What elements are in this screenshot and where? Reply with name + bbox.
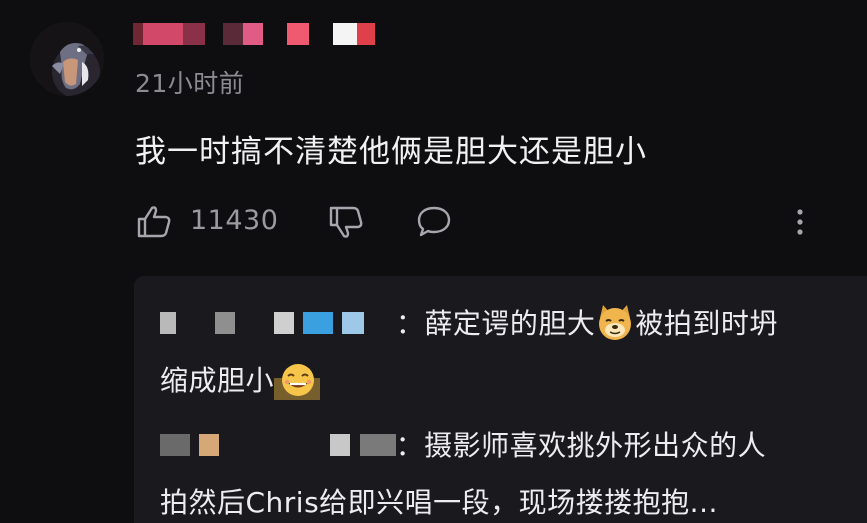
blur-block xyxy=(374,312,396,334)
thumbs-up-icon[interactable] xyxy=(134,202,174,242)
reply-username-redacted xyxy=(160,416,396,471)
reply-text-line1-rest: 被拍到时坍 xyxy=(635,307,778,340)
blur-block xyxy=(330,433,351,456)
speech-bubble-icon[interactable] xyxy=(414,202,454,242)
blur-block xyxy=(214,311,235,334)
reply-item[interactable]: ：摄影师喜欢挑外形出众的人 拍然后Chris给即兴唱一段，现场搂搂抱抱... xyxy=(160,418,840,523)
blur-block xyxy=(263,23,287,45)
reply-text-line1: 摄影师喜欢挑外形出众的人 xyxy=(424,429,767,462)
thumbs-down-icon[interactable] xyxy=(326,202,366,242)
blur-block xyxy=(160,433,190,456)
blur-block xyxy=(183,23,205,45)
reply-item[interactable]: ：薛定谔的胆大 被拍到时坍 缩成胆小 xyxy=(160,296,840,408)
blur-block xyxy=(359,433,396,456)
bird-avatar-icon xyxy=(30,22,104,96)
reply-text-line2: 缩成胆小 xyxy=(160,363,275,397)
blur-block xyxy=(287,23,309,45)
blur-block xyxy=(333,23,357,45)
blur-block xyxy=(185,312,205,334)
reply-separator: ： xyxy=(395,429,425,462)
blur-block xyxy=(160,311,176,334)
blur-block xyxy=(273,311,294,334)
reply-text-line2: 拍然后Chris给即兴唱一段，现场搂搂抱抱... xyxy=(160,485,718,519)
blur-block xyxy=(342,311,365,334)
comment-actions: 11430 xyxy=(134,200,824,244)
blur-block xyxy=(143,23,183,45)
blur-block xyxy=(133,23,143,45)
vertical-dots-icon[interactable] xyxy=(780,202,820,242)
comment-timestamp: 21小时前 xyxy=(135,69,245,98)
comment-card: 21小时前 我一时搞不清楚他俩是胆大还是胆小 11430 ：薛定谔的胆大 被拍到… xyxy=(0,0,867,523)
user-avatar[interactable] xyxy=(30,22,104,96)
blur-block xyxy=(243,23,263,45)
reply-username-redacted xyxy=(160,294,396,349)
blur-block xyxy=(205,23,223,45)
blur-block xyxy=(244,312,264,334)
username-redacted[interactable] xyxy=(133,20,375,48)
grin-emoji-icon xyxy=(274,363,321,400)
blur-block xyxy=(303,311,334,334)
doge-emoji-icon xyxy=(599,305,632,340)
comment-text: 我一时搞不清楚他俩是胆大还是胆小 xyxy=(135,134,647,170)
reply-separator: ： xyxy=(395,307,425,340)
blur-block xyxy=(357,23,375,45)
reply-preview-panel[interactable]: ：薛定谔的胆大 被拍到时坍 缩成胆小 ：摄影师喜欢挑外形出众的人 拍然后Chri… xyxy=(134,276,867,523)
blur-block xyxy=(199,433,220,456)
blur-block xyxy=(229,434,321,456)
blur-block xyxy=(309,23,333,45)
like-count: 11430 xyxy=(190,205,279,236)
reply-text-line1: 薛定谔的胆大 xyxy=(424,307,596,340)
blur-block xyxy=(223,23,243,45)
